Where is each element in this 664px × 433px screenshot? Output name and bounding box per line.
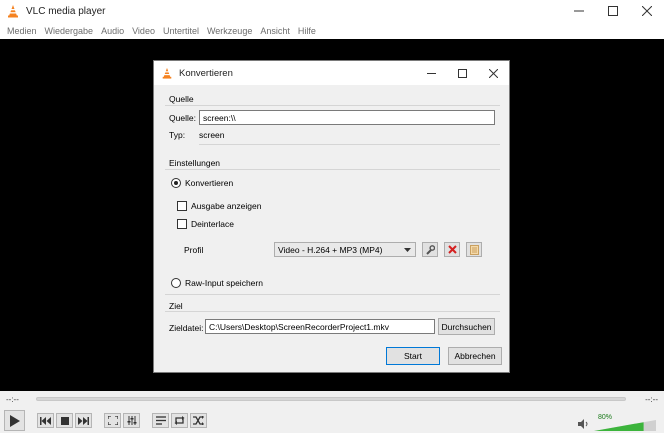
controls-bar: --:-- --:-- [0, 391, 664, 433]
delete-profile-button[interactable] [444, 242, 460, 257]
dialog-maximize-button[interactable] [447, 61, 478, 85]
minimize-icon [574, 10, 584, 12]
convert-radio[interactable] [171, 178, 181, 188]
menu-audio[interactable]: Audio [97, 26, 128, 36]
total-time: --:-- [645, 395, 658, 404]
close-button[interactable] [630, 0, 664, 22]
playlist-button[interactable] [152, 413, 169, 428]
window-titlebar: VLC media player [0, 0, 664, 22]
menu-ansicht[interactable]: Ansicht [256, 26, 294, 36]
browse-button[interactable]: Durchsuchen [438, 318, 495, 335]
new-profile-button[interactable] [466, 242, 482, 257]
edit-profile-button[interactable] [422, 242, 438, 257]
previous-icon [40, 416, 51, 425]
deinterlace-label: Deinterlace [191, 219, 234, 229]
loop-button[interactable] [171, 413, 188, 428]
shuffle-icon [193, 416, 204, 425]
wrench-icon [426, 244, 435, 255]
profile-label: Profil [184, 245, 204, 255]
type-label: Typ: [169, 130, 186, 140]
target-group-divider-top [165, 294, 500, 295]
loop-icon [174, 416, 185, 425]
speaker-icon[interactable] [578, 419, 589, 429]
profile-select[interactable]: Video - H.264 + MP3 (MP4) [274, 242, 416, 257]
source-group-label: Quelle [169, 94, 194, 104]
maximize-icon [458, 68, 467, 78]
menu-wiedergabe[interactable]: Wiedergabe [41, 26, 98, 36]
raw-input-radio[interactable] [171, 278, 181, 288]
target-group-divider [165, 311, 500, 312]
convert-radio-label: Konvertieren [185, 178, 234, 188]
menu-video[interactable]: Video [128, 26, 159, 36]
extended-settings-button[interactable] [123, 413, 140, 428]
target-file-field[interactable]: C:\Users\Desktop\ScreenRecorderProject1.… [205, 319, 435, 334]
dialog-title: Konvertieren [179, 67, 233, 79]
chevron-down-icon [404, 248, 411, 252]
dialog-titlebar: Konvertieren [154, 61, 509, 85]
fullscreen-icon [107, 416, 118, 425]
elapsed-time: --:-- [6, 395, 19, 404]
dialog-minimize-button[interactable] [416, 61, 447, 85]
menu-hilfe[interactable]: Hilfe [294, 26, 320, 36]
next-button[interactable] [75, 413, 92, 428]
close-icon [642, 6, 652, 16]
source-field[interactable]: screen:\\ [199, 110, 495, 125]
minimize-button[interactable] [562, 0, 596, 22]
equalizer-icon [127, 416, 136, 425]
menu-werkzeuge[interactable]: Werkzeuge [203, 26, 256, 36]
source-group-divider [165, 105, 500, 106]
minimize-icon [427, 72, 436, 74]
target-file-label: Zieldatei: [169, 323, 204, 333]
shuffle-button[interactable] [190, 413, 207, 428]
menu-untertitel[interactable]: Untertitel [159, 26, 203, 36]
cancel-button[interactable]: Abbrechen [448, 347, 502, 365]
vlc-cone-icon [8, 5, 18, 18]
volume-slider[interactable] [594, 420, 656, 431]
menu-bar: Medien Wiedergabe Audio Video Untertitel… [0, 22, 664, 39]
play-button[interactable] [4, 410, 25, 431]
show-output-checkbox[interactable] [177, 201, 187, 211]
source-label: Quelle: [169, 113, 196, 123]
raw-input-label: Raw-Input speichern [185, 278, 263, 288]
seek-slider[interactable] [36, 397, 626, 401]
next-icon [78, 416, 89, 425]
deinterlace-checkbox[interactable] [177, 219, 187, 229]
stop-icon [60, 416, 69, 425]
stop-button[interactable] [56, 413, 73, 428]
play-icon [10, 414, 20, 427]
fullscreen-button[interactable] [104, 413, 121, 428]
menu-medien[interactable]: Medien [3, 26, 41, 36]
profile-select-value: Video - H.264 + MP3 (MP4) [278, 244, 383, 255]
dialog-close-button[interactable] [478, 61, 509, 85]
playlist-icon [155, 416, 166, 425]
source-group-bottom [199, 144, 500, 145]
settings-group-divider [165, 169, 500, 170]
previous-button[interactable] [37, 413, 54, 428]
delete-icon [447, 245, 457, 254]
start-button[interactable]: Start [386, 347, 440, 365]
target-group-label: Ziel [169, 301, 183, 311]
show-output-label: Ausgabe anzeigen [191, 201, 262, 211]
window-title: VLC media player [26, 5, 106, 17]
maximize-icon [608, 6, 618, 16]
new-profile-icon [469, 244, 479, 255]
type-value: screen [199, 130, 225, 140]
vlc-cone-icon [162, 67, 172, 79]
convert-dialog: Konvertieren Quelle Quelle: screen:\\ Ty… [153, 60, 510, 373]
maximize-button[interactable] [596, 0, 630, 22]
settings-group-label: Einstellungen [169, 158, 221, 168]
close-icon [489, 68, 498, 78]
